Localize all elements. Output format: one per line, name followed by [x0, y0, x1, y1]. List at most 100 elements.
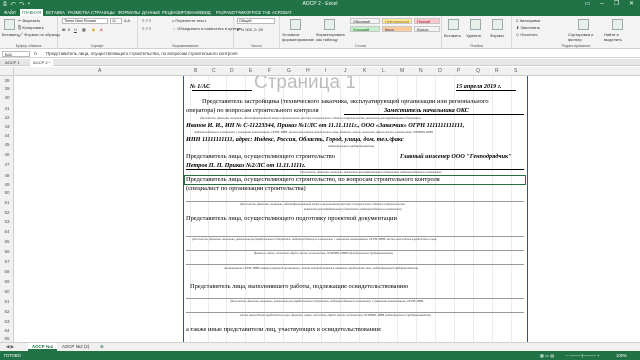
format-as-table-button[interactable]: Форматировать как таблицу [316, 32, 346, 42]
tab-review[interactable]: РЕЦЕНЗИРОВАНИЕ [160, 9, 204, 16]
formula-input[interactable]: Представитель лица, осуществляющего стро… [46, 51, 237, 56]
clear-button[interactable]: ◇ Очистить [516, 32, 538, 37]
row-header[interactable]: 63 [0, 319, 14, 324]
row-header[interactable]: 39 [0, 86, 14, 91]
insert-cells-icon[interactable] [448, 19, 459, 30]
font-name-select[interactable]: Times New Roman [62, 18, 108, 24]
style-normal[interactable]: Обычный [350, 18, 380, 24]
cut-button[interactable]: ✂ Вырезать [18, 18, 40, 23]
column-header-o[interactable]: O [438, 68, 442, 74]
row-header[interactable]: 57 [0, 259, 14, 264]
sheet-tab-2[interactable]: АОСР №2 (2) [58, 343, 93, 351]
wrap-text-button[interactable]: ⤶ Перенести текст [172, 18, 206, 23]
conditional-format-icon[interactable] [290, 19, 301, 30]
row-header[interactable]: 52 [0, 210, 14, 215]
column-header-g[interactable]: G [287, 68, 291, 74]
column-header-d[interactable]: D [230, 68, 234, 74]
tab-formulas[interactable]: ФОРМУЛЫ [116, 9, 142, 16]
row-header[interactable]: 38 [0, 78, 14, 83]
fill-color-icon[interactable]: ◆ [92, 27, 95, 32]
style-good[interactable]: Хороший [350, 26, 380, 32]
tab-insert[interactable]: ВСТАВКА [44, 9, 67, 16]
column-header-q[interactable]: Q [476, 68, 480, 74]
row-header[interactable]: 59 [0, 279, 14, 284]
column-header-h[interactable]: H [306, 68, 310, 74]
style-bad[interactable]: Плохой [414, 18, 440, 24]
row-header[interactable]: 51 [0, 200, 14, 205]
row-header[interactable]: 65 [0, 336, 14, 341]
column-header-a[interactable]: A [98, 68, 101, 74]
fill-button[interactable]: ⬇ Заполнить [516, 25, 540, 30]
column-header-b[interactable]: B [194, 68, 197, 74]
column-header-s[interactable]: S [514, 68, 517, 74]
column-header-e[interactable]: E [249, 68, 252, 74]
format-painter-button[interactable]: 🖌 Формат по образцу [18, 32, 60, 37]
window-controls[interactable]: ▭ ─ ❐ ✕ [585, 0, 638, 7]
column-header-p[interactable]: P [457, 68, 460, 74]
autosum-button[interactable]: Σ Автосумма [516, 18, 540, 23]
delete-cells-icon[interactable] [470, 19, 481, 30]
tab-developer[interactable]: РАЗРАБОТЧИК [214, 9, 248, 16]
style-input[interactable]: Ввод [382, 26, 412, 32]
copy-button[interactable]: ⎘ Копировать [18, 25, 44, 30]
row-header[interactable]: 62 [0, 309, 14, 314]
align-left-icon[interactable]: ≡ ≡ ≡ [142, 26, 151, 31]
row-header[interactable]: 54 [0, 229, 14, 234]
worksheet-grid[interactable]: Страница 1 № 1/АС 15 апреля 2019 г. Пред… [14, 76, 640, 342]
zoom-slider[interactable]: − ———|——— + [566, 353, 599, 358]
format-cells-icon[interactable] [492, 19, 503, 30]
row-header[interactable]: 49 [0, 182, 14, 187]
style-neutral[interactable]: Нейтральный [382, 18, 412, 24]
column-header-l[interactable]: L [382, 68, 385, 74]
sheet-tab-1[interactable]: АОСР №1 [28, 343, 58, 351]
column-header-r[interactable]: R [495, 68, 499, 74]
workbook-tab-2[interactable]: АОСР 2 * [30, 59, 54, 66]
tab-file[interactable]: ФАЙЛ [2, 9, 18, 16]
tab-office-tab[interactable]: OFFICE TAB [244, 9, 272, 16]
row-header[interactable]: 55 [0, 239, 14, 244]
percent-icon[interactable]: ₽ % 000 ,0 ,00 [237, 27, 263, 32]
row-header[interactable]: 45 [0, 142, 14, 147]
paste-button[interactable]: Вставить [2, 32, 19, 37]
row-header[interactable]: 46 [0, 152, 14, 157]
conditional-format-button[interactable]: Условное форматирование [282, 32, 314, 42]
column-header-k[interactable]: K [363, 68, 366, 74]
tab-page-layout[interactable]: РАЗМЕТКА СТРАНИЦЫ [66, 9, 117, 16]
column-header-c[interactable]: C [212, 68, 216, 74]
row-header[interactable]: 53 [0, 219, 14, 224]
borders-icon[interactable]: ▦ [82, 27, 86, 32]
sort-filter-button[interactable]: Сортировка и фильтр [568, 32, 598, 42]
row-header[interactable]: 61 [0, 299, 14, 304]
row-header[interactable]: 47 [0, 162, 14, 167]
fx-icon[interactable]: fx [34, 51, 38, 56]
align-top-icon[interactable]: ≡ ≡ ≡ [142, 18, 151, 23]
row-header[interactable]: 41 [0, 106, 14, 111]
column-header-m[interactable]: M [400, 68, 404, 74]
sort-filter-icon[interactable] [578, 19, 589, 30]
merge-center-button[interactable]: ⇔ Объединить и поместить в центре [172, 26, 241, 31]
column-header-j[interactable]: J [344, 68, 347, 74]
style-output[interactable]: Вывод [414, 26, 440, 32]
tab-acrobat[interactable]: ACROBAT [270, 9, 294, 16]
row-header[interactable]: 56 [0, 249, 14, 254]
add-sheet-icon[interactable]: ⊕ [96, 343, 108, 351]
row-header[interactable]: 64 [0, 328, 14, 333]
number-format-select[interactable]: Общий [237, 18, 275, 24]
sheet-nav-arrows[interactable]: ◀ ▶ [2, 343, 18, 351]
row-header[interactable]: 40 [0, 95, 14, 100]
column-header-n[interactable]: N [419, 68, 423, 74]
font-grow-icon[interactable]: A A [124, 18, 130, 23]
underline-icon[interactable]: Ч [74, 27, 77, 32]
tab-home[interactable]: ГЛАВНАЯ [20, 9, 44, 16]
row-header[interactable]: 42 [0, 115, 14, 120]
bold-icon[interactable]: Ж [62, 27, 66, 32]
row-header[interactable]: 50 [0, 190, 14, 195]
paste-icon[interactable] [4, 19, 15, 30]
column-header-f[interactable]: F [268, 68, 271, 74]
workbook-tab-1[interactable]: АОСР 1 [2, 59, 23, 66]
column-header-i[interactable]: I [325, 68, 326, 74]
name-box[interactable]: B42 [2, 51, 30, 57]
font-color-icon[interactable]: A [100, 27, 103, 32]
find-select-icon[interactable] [612, 19, 623, 30]
row-header[interactable]: 43 [0, 124, 14, 129]
